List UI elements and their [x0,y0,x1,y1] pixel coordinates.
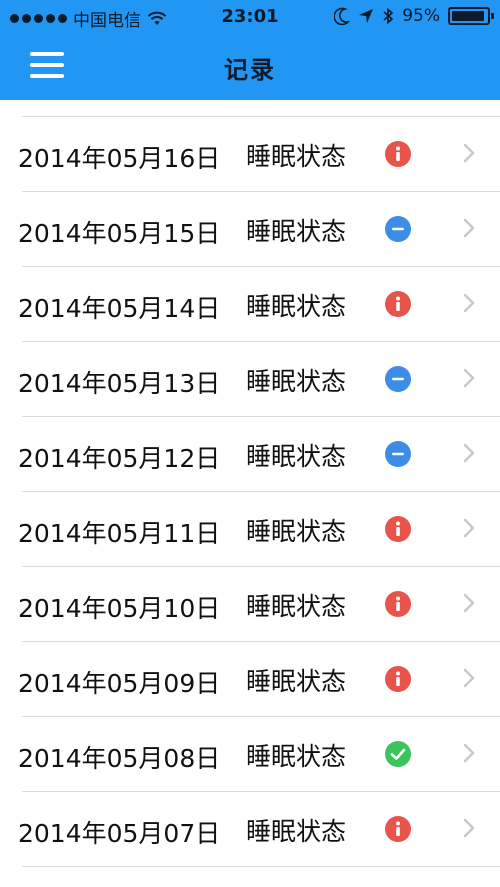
chevron-right-icon [463,743,475,763]
record-date: 2014年05月14日 [18,294,221,323]
battery-icon [448,7,494,25]
record-date: 2014年05月16日 [18,144,221,173]
info-icon [385,141,411,167]
record-date: 2014年05月07日 [18,819,221,848]
location-arrow-icon [359,9,374,23]
check-icon [385,741,411,767]
chevron-right-icon [463,368,475,388]
record-row[interactable]: 2014年05月16日 睡眠状态 [0,117,500,192]
record-label: 睡眠状态 [246,367,347,396]
record-date: 2014年05月10日 [18,594,221,623]
record-row[interactable]: 2014年05月08日 睡眠状态 [0,717,500,792]
record-row[interactable]: 2014年05月12日 睡眠状态 [0,417,500,492]
chevron-right-icon [463,293,475,313]
info-icon [385,516,411,542]
record-label: 睡眠状态 [246,592,347,621]
record-row[interactable]: 2014年05月15日 睡眠状态 [0,192,500,267]
info-icon [385,666,411,692]
minus-icon [385,366,411,392]
record-label: 睡眠状态 [246,742,347,771]
record-label: 睡眠状态 [246,217,347,246]
chevron-right-icon [463,818,475,838]
status-bar: 中国电信 23:01 95% [0,0,500,34]
battery-percent: 95% [402,6,440,26]
record-row[interactable]: 2014年05月07日 睡眠状态 [0,792,500,867]
minus-icon [385,216,411,242]
page-title: 记录 [224,56,276,84]
record-date: 2014年05月11日 [18,519,221,548]
chevron-right-icon [463,143,475,163]
row-divider [22,866,500,867]
record-label: 睡眠状态 [246,142,347,171]
info-icon [385,591,411,617]
record-label: 睡眠状态 [246,292,347,321]
chevron-right-icon [463,443,475,463]
chevron-right-icon [463,518,475,538]
record-row[interactable]: 2014年05月14日 睡眠状态 [0,267,500,342]
record-label: 睡眠状态 [246,517,347,546]
record-row[interactable]: 2014年05月10日 睡眠状态 [0,567,500,642]
battery-level [452,11,485,21]
record-date: 2014年05月08日 [18,744,221,773]
header-bar: 中国电信 23:01 95% 记录 [0,0,500,100]
record-row[interactable]: 2014年05月13日 睡眠状态 [0,342,500,417]
chevron-right-icon [463,668,475,688]
minus-icon [385,441,411,467]
record-date: 2014年05月15日 [18,219,221,248]
info-icon [385,816,411,842]
info-icon [385,291,411,317]
record-row[interactable]: 2014年05月09日 睡眠状态 [0,642,500,717]
record-label: 睡眠状态 [246,667,347,696]
record-label: 睡眠状态 [246,442,347,471]
chevron-right-icon [463,593,475,613]
record-date: 2014年05月12日 [18,444,221,473]
bluetooth-icon [383,7,394,25]
record-date: 2014年05月13日 [18,369,221,398]
status-right: 95% [334,6,494,26]
record-row[interactable]: 2014年05月11日 睡眠状态 [0,492,500,567]
record-date: 2014年05月09日 [18,669,221,698]
moon-icon [334,7,351,25]
record-label: 睡眠状态 [246,817,347,846]
chevron-right-icon [463,218,475,238]
